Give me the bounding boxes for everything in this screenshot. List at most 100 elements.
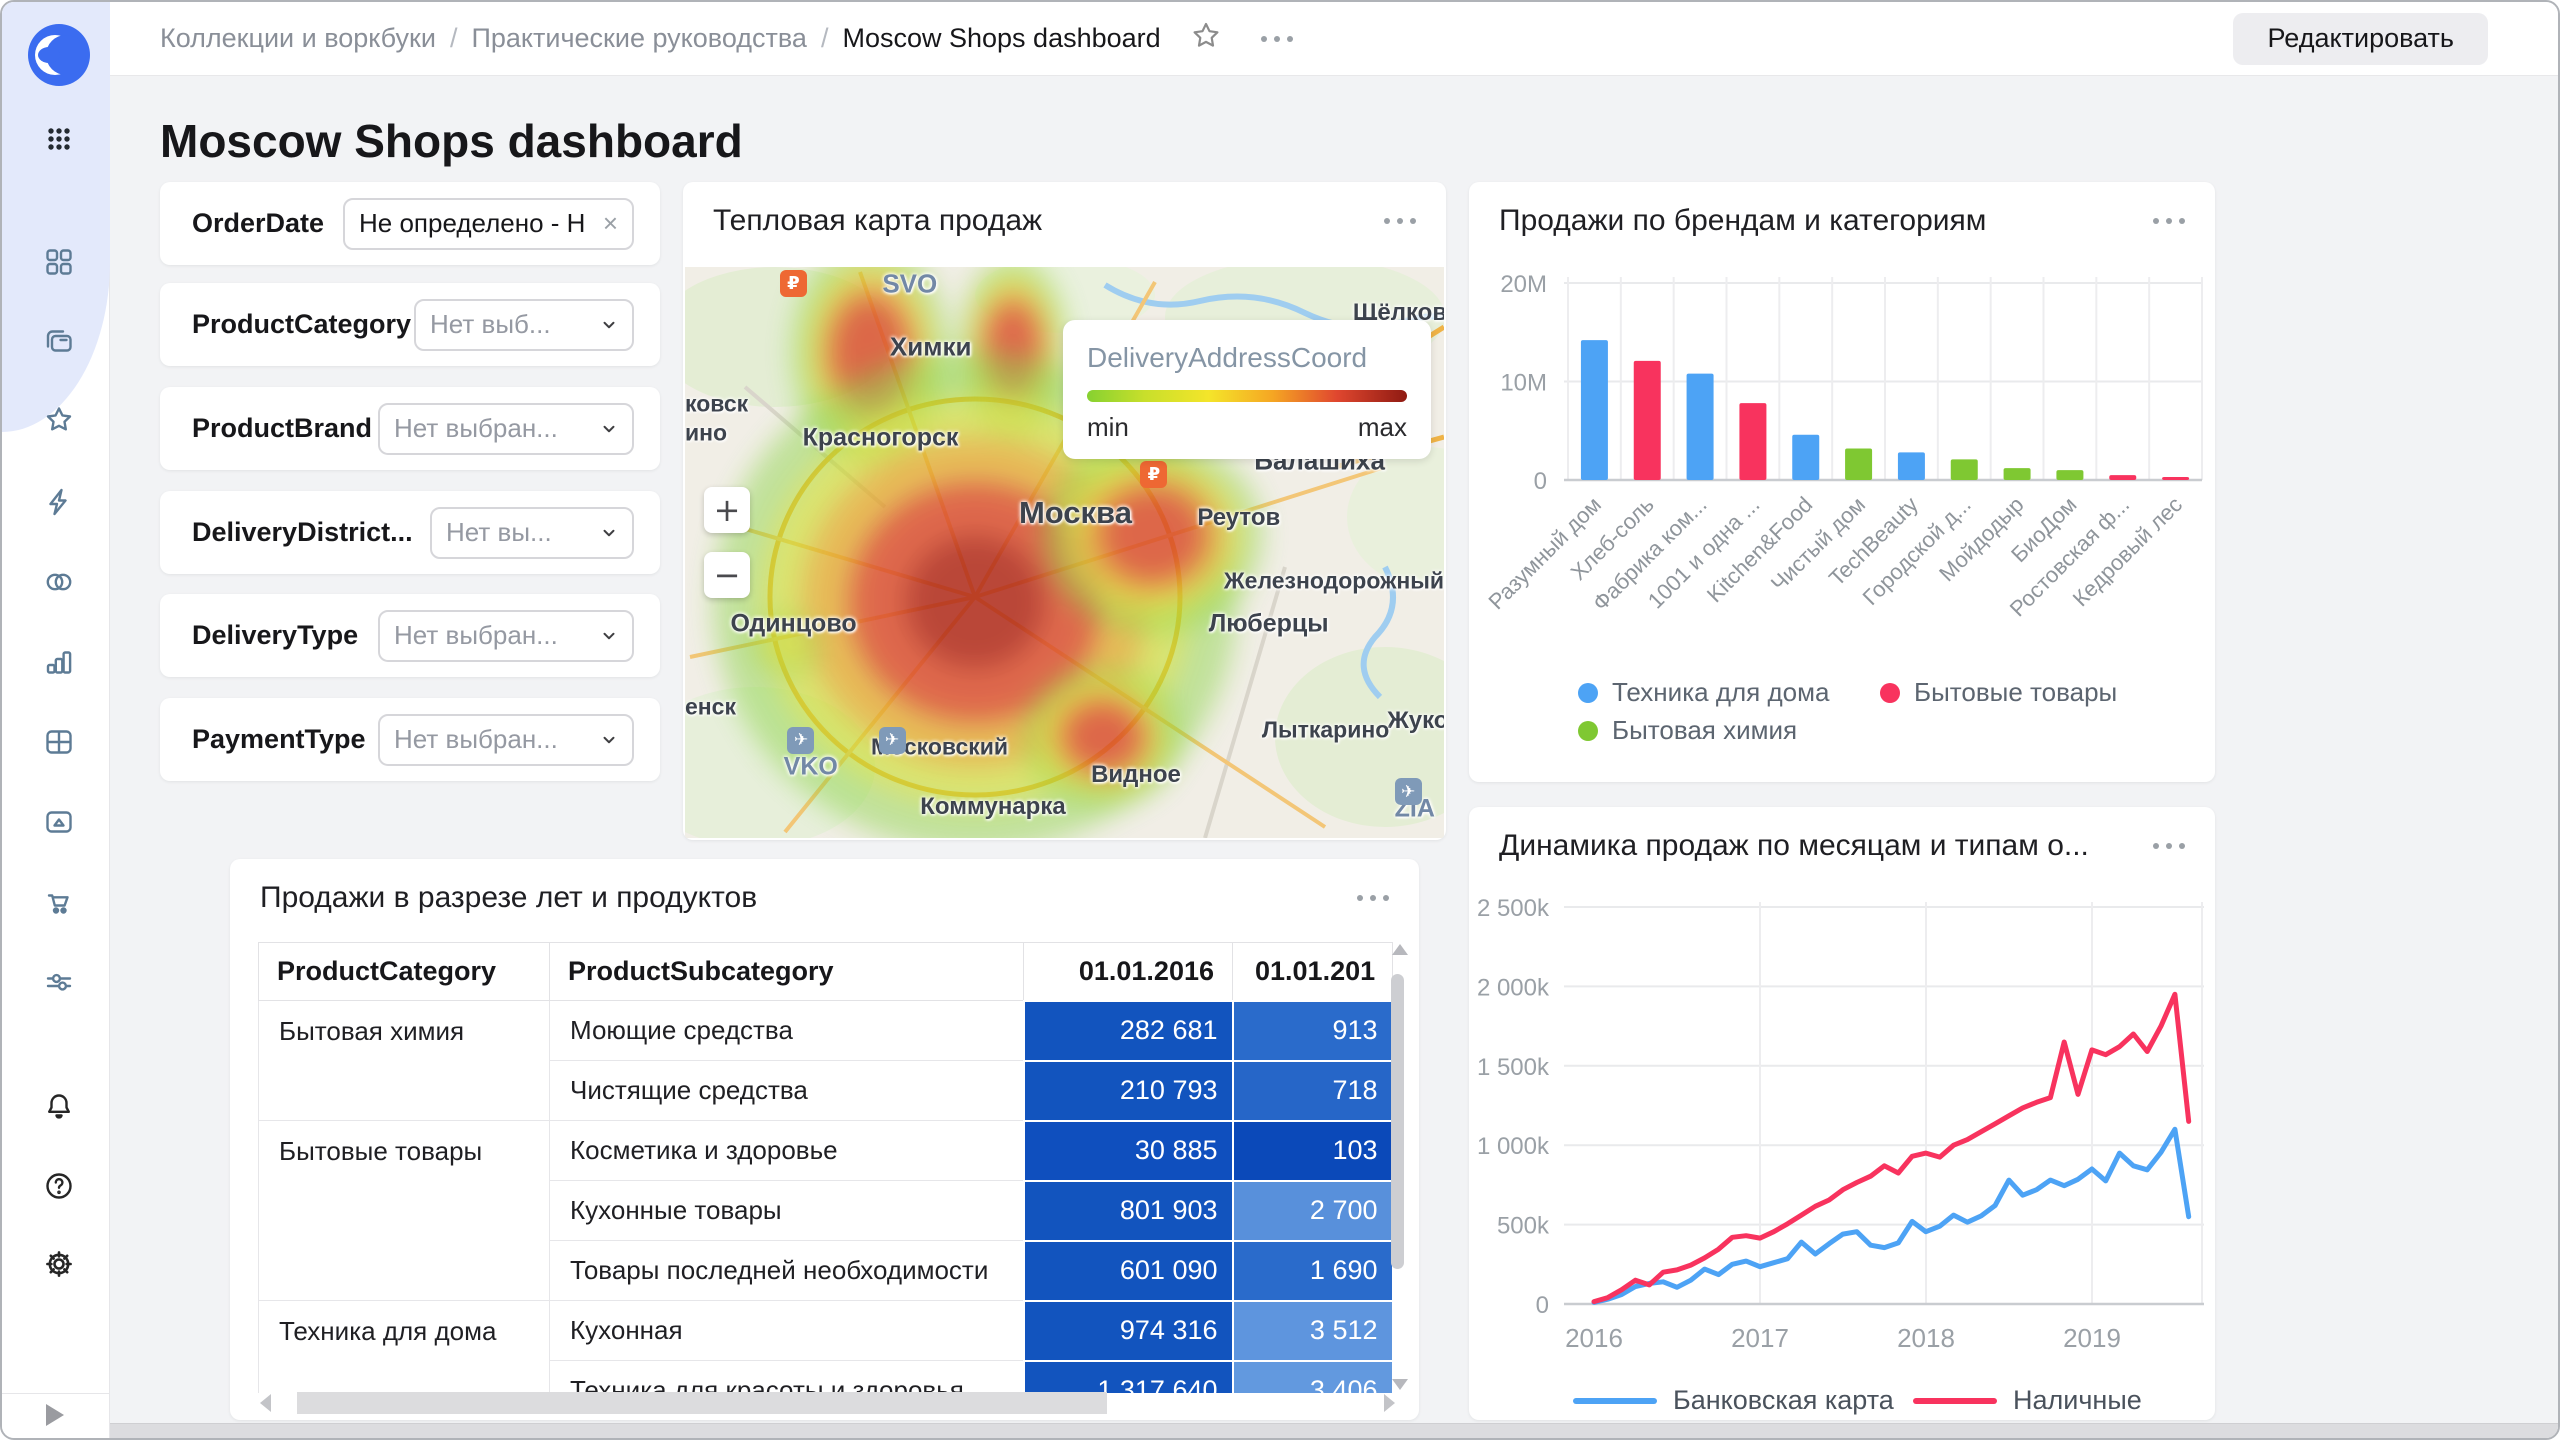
value-cell-2016: 974 316 — [1024, 1301, 1233, 1361]
select-filter[interactable]: Нет выбран... — [378, 403, 634, 455]
filter-label: DeliveryType — [192, 620, 358, 651]
value-cell-2017: 913 — [1233, 1001, 1393, 1061]
airport-badge-icon: ✈ — [1395, 778, 1422, 805]
map-place-label: Железнодорожный — [1224, 568, 1444, 595]
dashboards-icon[interactable] — [42, 725, 76, 759]
heatmap-card-menu-icon[interactable] — [1384, 218, 1416, 224]
value-cell-2016: 1 317 640 — [1024, 1361, 1233, 1394]
marketplace-cart-icon[interactable] — [42, 885, 76, 919]
horizontal-scroll-thumb[interactable] — [297, 1392, 1107, 1414]
map-canvas[interactable]: SVOХимкиковскиноКрасногорскЩёлковоМосква… — [685, 267, 1444, 838]
vertical-scroll-thumb[interactable] — [1391, 974, 1404, 1269]
category-cell: Бытовые товары — [259, 1121, 550, 1301]
heat-gradient-bar — [1087, 390, 1407, 402]
map-zoom-in-button[interactable]: + — [704, 487, 750, 533]
legend-label: Техника для дома — [1612, 677, 1829, 708]
filter-card-OrderDate: OrderDate Не определено - Н× — [160, 182, 660, 265]
svg-text:0: 0 — [1536, 1292, 1549, 1319]
table-row: Бытовые товарыКосметика и здоровье30 885… — [259, 1121, 1393, 1181]
value-cell-2017: 3 512 — [1233, 1301, 1393, 1361]
breadcrumb-item[interactable]: Практические руководства — [471, 23, 806, 54]
settings-gear-icon[interactable] — [42, 1247, 76, 1281]
map-place-label: енск — [685, 693, 736, 720]
map-place-label: Видное — [1091, 761, 1181, 789]
svg-text:Хлеб-соль: Хлеб-соль — [1566, 492, 1659, 585]
legend-label: Банковская карта — [1673, 1385, 1894, 1416]
scroll-left-icon[interactable] — [260, 1394, 271, 1412]
legend-min-label: min — [1087, 412, 1129, 443]
chevron-down-icon — [594, 313, 618, 337]
svg-text:Фабрика ком...: Фабрика ком... — [1588, 492, 1712, 616]
value-cell-2016: 601 090 — [1024, 1241, 1233, 1301]
chevron-down-icon — [594, 624, 618, 648]
breadcrumb-item[interactable]: Коллекции и воркбуки — [160, 23, 436, 54]
chevron-down-icon — [594, 417, 618, 441]
value-cell-2017: 718 — [1233, 1061, 1393, 1121]
bar-legend-item[interactable]: Техника для дома — [1578, 677, 1829, 708]
svg-text:2 500k: 2 500k — [1477, 895, 1550, 922]
sidebar — [2, 2, 110, 1438]
svg-text:0: 0 — [1534, 468, 1547, 495]
select-filter[interactable]: Нет вы... — [430, 507, 634, 559]
scroll-up-icon[interactable] — [1392, 944, 1408, 955]
breadcrumb-menu-icon[interactable] — [1261, 36, 1293, 42]
apps-grid-icon[interactable] — [42, 122, 76, 156]
ruble-badge-icon: ₽ — [1140, 461, 1167, 488]
bar-chart-menu-icon[interactable] — [2153, 218, 2185, 224]
table-card-menu-icon[interactable] — [1357, 895, 1389, 901]
line-legend-item[interactable]: Банковская карта — [1573, 1385, 1894, 1416]
map-legend-title: DeliveryAddressCoord — [1087, 342, 1407, 374]
airport-badge-icon: ✈ — [787, 727, 814, 754]
legend-max-label: max — [1358, 412, 1407, 443]
table-column-header[interactable]: 01.01.201 — [1233, 943, 1393, 1001]
map-legend: DeliveryAddressCoord min max — [1063, 320, 1431, 459]
clear-icon[interactable]: × — [593, 208, 618, 239]
table-column-header[interactable]: ProductSubcategory — [550, 943, 1024, 1001]
filter-label: OrderDate — [192, 208, 324, 239]
storage-icon[interactable] — [42, 805, 76, 839]
top-bar: Коллекции и воркбуки/Практические руково… — [110, 2, 2558, 76]
value-cell-2016: 282 681 — [1024, 1001, 1233, 1061]
line-chart-menu-icon[interactable] — [2153, 843, 2185, 849]
collections-icon[interactable] — [42, 325, 76, 359]
table-column-header[interactable]: 01.01.2016 — [1024, 943, 1233, 1001]
svg-text:Чистый дом: Чистый дом — [1766, 492, 1870, 596]
service-settings-sliders-icon[interactable] — [42, 965, 76, 999]
line-legend-item[interactable]: Наличные — [1913, 1385, 2142, 1416]
select-filter[interactable]: Нет выб... — [414, 299, 634, 351]
table-horizontal-scrollbar[interactable] — [260, 1391, 1395, 1415]
scroll-down-icon[interactable] — [1392, 1379, 1408, 1390]
favorite-star-icon[interactable] — [1189, 19, 1223, 58]
sidebar-expand-icon[interactable] — [46, 1404, 70, 1428]
date-filter-input[interactable]: Не определено - Н× — [343, 198, 634, 250]
subcategory-cell: Товары последней необходимости — [550, 1241, 1024, 1301]
select-filter[interactable]: Нет выбран... — [378, 610, 634, 662]
chevron-down-icon — [594, 521, 618, 545]
svg-text:1 000k: 1 000k — [1477, 1133, 1550, 1160]
airport-badge-icon: ✈ — [879, 727, 906, 754]
edit-button[interactable]: Редактировать — [2233, 13, 2488, 65]
value-cell-2017: 3 406 — [1233, 1361, 1393, 1394]
filter-card-DeliveryDistrict: DeliveryDistrict...Нет вы... — [160, 491, 660, 574]
heatmap-card: Тепловая карта продаж — [683, 182, 1446, 840]
datalens-logo-icon[interactable] — [28, 24, 90, 86]
bar-legend-item[interactable]: Бытовая химия — [1578, 715, 1797, 746]
favorites-star-icon[interactable] — [42, 403, 76, 437]
connections-icon[interactable] — [42, 485, 76, 519]
page-scrollbar[interactable] — [110, 1423, 2558, 1438]
map-zoom-out-button[interactable]: − — [704, 552, 750, 598]
bar-legend-item[interactable]: Бытовые товары — [1880, 677, 2117, 708]
table-column-header[interactable]: ProductCategory — [259, 943, 550, 1001]
datasets-icon[interactable] — [42, 565, 76, 599]
navigation-squares-icon[interactable] — [42, 245, 76, 279]
select-filter[interactable]: Нет выбран... — [378, 714, 634, 766]
scroll-right-icon[interactable] — [1384, 1394, 1395, 1412]
map-place-label: Коммунарка — [920, 793, 1065, 821]
svg-text:20M: 20M — [1500, 271, 1547, 298]
table-vertical-scrollbar[interactable] — [1388, 944, 1408, 1390]
table-row: Бытовая химияМоющие средства282 681913 — [259, 1001, 1393, 1061]
help-icon[interactable] — [42, 1169, 76, 1203]
charts-icon[interactable] — [42, 645, 76, 679]
notifications-bell-icon[interactable] — [42, 1089, 76, 1123]
svg-text:Ростовская ф...: Ростовская ф... — [2005, 492, 2135, 622]
